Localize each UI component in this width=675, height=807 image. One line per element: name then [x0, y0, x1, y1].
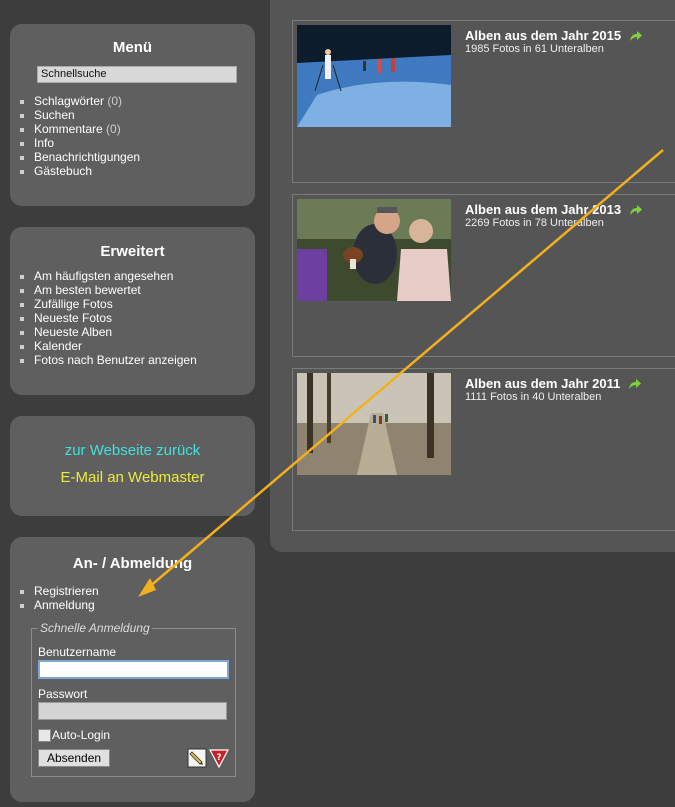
album-link-arrow-icon[interactable] [628, 378, 642, 390]
album-title[interactable]: Alben aus dem Jahr 2015 [465, 28, 643, 43]
menu-list: Schlagwörter (0) Suchen Kommentare (0) I… [10, 94, 255, 178]
album-thumb-snow-hikers[interactable] [297, 25, 451, 127]
erweitert-title: Erweitert [100, 243, 165, 260]
erweitert-item-by-user[interactable]: Fotos nach Benutzer anzeigen [20, 353, 255, 367]
album-title[interactable]: Alben aus dem Jahr 2013 [465, 202, 643, 217]
username-label: Benutzername [38, 645, 117, 659]
erweitert-item-top-rated[interactable]: Am besten bewertet [20, 283, 255, 297]
album-thumb-forest-path[interactable] [297, 373, 451, 475]
pencil-icon[interactable] [187, 748, 207, 768]
erweitert-item-newest-albums[interactable]: Neueste Alben [20, 325, 255, 339]
autologin-checkbox[interactable] [38, 728, 51, 742]
menu-item-benachrichtigungen[interactable]: Benachrichtigungen [20, 150, 255, 164]
links-panel: zur Webseite zurück E-Mail an Webmaster [10, 416, 255, 516]
help-icon[interactable]: ? [209, 748, 229, 768]
quick-login-fieldset: Schnelle Anmeldung Benutzername Passwort… [31, 621, 236, 777]
album-link-arrow-icon[interactable] [629, 204, 643, 216]
register-link[interactable]: Registrieren [20, 584, 255, 598]
autologin-label: Auto-Login [52, 728, 111, 742]
username-input[interactable] [38, 660, 229, 679]
erweitert-panel: Erweitert Am häufigsten angesehen Am bes… [10, 227, 255, 395]
menu-item-kommentare[interactable]: Kommentare (0) [20, 122, 255, 136]
quicksearch-link[interactable]: Schnellsuche [37, 66, 237, 83]
erweitert-item-newest-photos[interactable]: Neueste Fotos [20, 311, 255, 325]
menu-panel: Menü Schnellsuche Schlagwörter (0) Suche… [10, 24, 255, 206]
album-2013: Alben aus dem Jahr 2013 2269 Fotos in 78… [292, 194, 675, 357]
album-2011: Alben aus dem Jahr 2011 1111 Fotos in 40… [292, 368, 675, 531]
album-thumb-mushroom-couple[interactable] [297, 199, 451, 301]
login-panel: An- / Abmeldung Registrieren Anmeldung S… [10, 537, 255, 802]
submit-button[interactable]: Absenden [38, 749, 111, 767]
album-list: Alben aus dem Jahr 2015 1985 Fotos in 61… [270, 0, 675, 552]
password-label: Passwort [38, 687, 88, 701]
album-subtitle: 2269 Fotos in 78 Unteralben [465, 217, 604, 229]
quick-login-legend: Schnelle Anmeldung [40, 621, 150, 635]
website-link[interactable]: zur Webseite zurück [10, 442, 255, 459]
album-subtitle: 1985 Fotos in 61 Unteralben [465, 43, 604, 55]
email-webmaster-link[interactable]: E-Mail an Webmaster [10, 469, 255, 486]
album-title[interactable]: Alben aus dem Jahr 2011 [465, 376, 642, 391]
password-input[interactable] [38, 702, 227, 720]
album-subtitle: 1111 Fotos in 40 Unteralben [465, 391, 602, 403]
login-title: An- / Abmeldung [72, 555, 193, 572]
svg-text:?: ? [216, 753, 221, 763]
erweitert-list: Am häufigsten angesehen Am besten bewert… [10, 269, 255, 367]
album-link-arrow-icon[interactable] [629, 30, 643, 42]
kommentare-count: (0) [106, 122, 121, 136]
login-list: Registrieren Anmeldung [10, 584, 255, 612]
menu-item-info[interactable]: Info [20, 136, 255, 150]
erweitert-item-calendar[interactable]: Kalender [20, 339, 255, 353]
album-2015: Alben aus dem Jahr 2015 1985 Fotos in 61… [292, 20, 675, 183]
schlagwoerter-count: (0) [107, 94, 123, 108]
erweitert-item-random[interactable]: Zufällige Fotos [20, 297, 255, 311]
menu-title: Menü [112, 39, 153, 56]
menu-item-schlagwoerter[interactable]: Schlagwörter (0) [20, 94, 255, 108]
menu-item-suchen[interactable]: Suchen [20, 108, 255, 122]
login-link[interactable]: Anmeldung [20, 598, 255, 612]
erweitert-item-most-viewed[interactable]: Am häufigsten angesehen [20, 269, 255, 283]
menu-item-gaestebuch[interactable]: Gästebuch [20, 164, 255, 178]
